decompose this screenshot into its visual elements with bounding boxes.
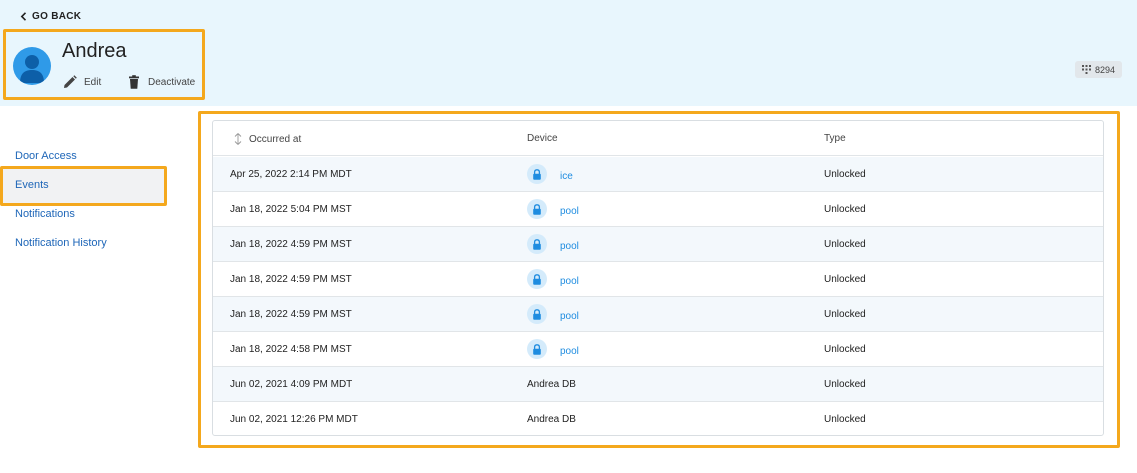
events-table: Occurred at Device Type Apr 25, 2022 2:1… (212, 120, 1104, 436)
column-header-occurred-at[interactable]: Occurred at (233, 133, 301, 145)
type-cell: Unlocked (824, 239, 866, 250)
sidebar-item-door-access[interactable]: Door Access (15, 150, 77, 162)
pencil-icon (64, 75, 77, 88)
lock-icon (527, 269, 547, 289)
column-header-type: Type (824, 133, 846, 144)
edit-label: Edit (84, 76, 102, 88)
go-back-link[interactable]: GO BACK (20, 11, 81, 22)
edit-button[interactable]: Edit (63, 75, 101, 89)
lock-icon (527, 164, 547, 184)
occurred-at-cell: Jan 18, 2022 4:59 PM MST (230, 239, 352, 250)
device-label: Andrea DB (527, 379, 576, 390)
table-row: Jan 18, 2022 4:58 PM MST pool Unlocked (213, 332, 1103, 367)
table-row: Jan 18, 2022 4:59 PM MST pool Unlocked (213, 262, 1103, 297)
sidebar-item-notifications[interactable]: Notifications (15, 208, 75, 220)
user-icon (20, 55, 44, 83)
occurred-at-cell: Jan 18, 2022 4:58 PM MST (230, 344, 352, 355)
type-cell: Unlocked (824, 309, 866, 320)
user-profile-card: Andrea Edit Deactivate (3, 29, 205, 100)
device-link[interactable]: pool (560, 346, 579, 357)
device-label: Andrea DB (527, 414, 576, 425)
device-cell: Andrea DB (527, 379, 576, 390)
occurred-at-cell: Jan 18, 2022 4:59 PM MST (230, 309, 352, 320)
occurred-at-cell: Jun 02, 2021 12:26 PM MDT (230, 414, 358, 425)
device-cell: pool (527, 304, 579, 324)
table-header: Occurred at Device Type (213, 121, 1103, 156)
chevron-left-icon (20, 12, 27, 21)
table-row: Jan 18, 2022 5:04 PM MST pool Unlocked (213, 192, 1103, 227)
table-row: Jun 02, 2021 12:26 PM MDT Andrea DB Unlock… (213, 402, 1103, 435)
device-link[interactable]: ice (560, 171, 573, 182)
pin-code: 8294 (1094, 64, 1116, 75)
occurred-at-cell: Jan 18, 2022 5:04 PM MST (230, 204, 352, 215)
keypad-icon (1081, 65, 1091, 74)
device-cell: pool (527, 269, 579, 289)
user-name: Andrea (62, 40, 127, 62)
lock-icon (527, 304, 547, 324)
occurred-at-cell: Jun 02, 2021 4:09 PM MDT (230, 379, 353, 390)
pin-code-badge: 8294 (1075, 61, 1122, 78)
device-cell: pool (527, 234, 579, 254)
table-row: Jan 18, 2022 4:59 PM MST pool Unlocked (213, 227, 1103, 262)
column-header-device: Device (527, 133, 558, 144)
device-link[interactable]: pool (560, 241, 579, 252)
lock-icon (527, 339, 547, 359)
trash-icon (129, 75, 139, 89)
device-link[interactable]: pool (560, 276, 579, 287)
type-cell: Unlocked (824, 344, 866, 355)
page-header: GO BACK Andrea Edit Deactivate 8294 (0, 0, 1137, 106)
deactivate-button[interactable]: Deactivate (127, 75, 195, 89)
table-row: Jun 02, 2021 4:09 PM MDT Andrea DB Unlocke… (213, 367, 1103, 402)
device-link[interactable]: pool (560, 311, 579, 322)
sidebar-item-notification-history[interactable]: Notification History (15, 237, 107, 249)
deactivate-label: Deactivate (148, 76, 196, 88)
column-label-occurred-at: Occurred at (249, 133, 302, 145)
type-cell: Unlocked (824, 414, 866, 425)
occurred-at-cell: Jan 18, 2022 4:59 PM MST (230, 274, 352, 285)
go-back-label: GO BACK (32, 11, 82, 22)
type-cell: Unlocked (824, 169, 866, 180)
sidebar-item-events[interactable]: Events (15, 179, 49, 191)
device-cell: pool (527, 199, 579, 219)
device-cell: Andrea DB (527, 414, 576, 425)
table-row: Jan 18, 2022 4:59 PM MST pool Unlocked (213, 297, 1103, 332)
device-cell: pool (527, 339, 579, 359)
type-cell: Unlocked (824, 204, 866, 215)
occurred-at-cell: Apr 25, 2022 2:14 PM MDT (230, 169, 352, 180)
device-link[interactable]: pool (560, 206, 579, 217)
avatar (13, 47, 51, 85)
lock-icon (527, 234, 547, 254)
type-cell: Unlocked (824, 274, 866, 285)
sort-icon[interactable] (233, 133, 243, 145)
device-cell: ice (527, 164, 573, 184)
type-cell: Unlocked (824, 379, 866, 390)
table-row: Apr 25, 2022 2:14 PM MDT ice Unlocked (213, 157, 1103, 192)
lock-icon (527, 199, 547, 219)
